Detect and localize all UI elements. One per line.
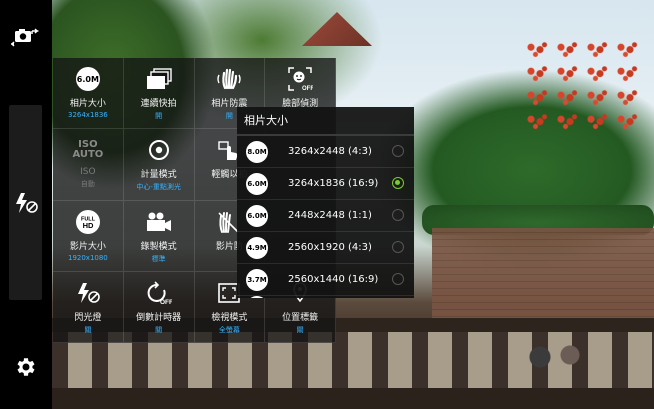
setting-recording-mode[interactable]: 錄製模式 標準 [123,200,195,272]
resolution-badge-icon: 6.0M [246,172,268,195]
option-label: 2560x1440 (16:9) [288,274,379,285]
radio-button[interactable] [392,273,404,285]
popup-title: 相片大小 [237,107,414,136]
setting-metering[interactable]: 計量模式 中心-重點測光 [123,129,195,201]
photo-size-options: 8.0M 3264x2448 (4:3) 6.0M 3264x1836 (16:… [237,136,414,298]
setting-video-size[interactable]: FULL HD 影片大小 1920x1080 [53,200,124,272]
resolution-badge-icon: 4.9M [246,236,268,259]
switch-camera-button[interactable] [6,16,46,56]
metering-icon [148,140,169,161]
iso-auto-icon: ISO AUTO [72,139,104,161]
resolution-badge-icon: 6.0M [246,204,268,227]
setting-label: 影片大小 [69,241,106,252]
setting-value: 關 [84,325,92,334]
flame-tree-flowers [522,40,642,130]
setting-label: 倒數計時器 [136,312,182,323]
radio-button[interactable] [392,209,404,221]
radio-button[interactable] [392,241,404,253]
brick-wall [432,228,654,323]
setting-label: 錄製模式 [140,241,177,252]
setting-value: 開 [225,112,233,120]
flash-button[interactable] [6,183,46,223]
setting-burst-shot[interactable]: 連續快拍 開 [123,58,195,130]
radio-button-selected[interactable] [392,177,404,189]
timer-off-icon: OFF [147,281,172,305]
resolution-badge-icon [246,296,268,298]
full-hd-icon: FULL HD [75,209,100,234]
svg-text:OFF: OFF [160,299,172,305]
setting-label: 計量模式 [140,170,177,181]
photo-size-option-partial[interactable] [237,296,414,298]
photo-size-option[interactable]: 3.7M 2560x1440 (16:9) [237,264,414,296]
left-control-bar [0,0,52,409]
radio-button[interactable] [392,145,404,157]
photo-size-option[interactable]: 8.0M 3264x2448 (4:3) [237,136,414,168]
setting-value: 中心-重點測光 [136,183,181,192]
flash-off-icon [77,282,100,303]
settings-button[interactable] [6,347,46,387]
people [520,345,590,395]
photo-size-popup: 相片大小 8.0M 3264x2448 (4:3) 6.0M 3264x1836… [237,107,414,298]
option-label: 3264x1836 (16:9) [288,178,379,189]
photo-size-badge-icon: 6.0M [75,67,100,91]
anti-shake-icon [217,68,242,90]
option-label: 3264x2448 (4:3) [288,146,372,157]
setting-value: 3264x1836 [67,111,108,119]
setting-label: 位置標籤 [282,312,319,323]
svg-text:OFF: OFF [302,86,313,92]
video-camera-icon [146,212,171,231]
setting-value: 關 [296,325,304,334]
option-label: 2448x2448 (1:1) [288,210,372,221]
setting-label: ISO [80,167,96,178]
setting-value: 1920x1080 [67,253,108,262]
resolution-badge-icon: 8.0M [246,140,268,163]
setting-value: 標準 [151,254,166,263]
option-label: 2560x1920 (4:3) [288,242,372,253]
switch-camera-icon [11,28,39,47]
pavilion-roof [302,12,372,46]
svg-text:HD: HD [82,221,93,230]
setting-label: 連續快拍 [140,99,177,109]
setting-label: 閃光燈 [74,312,102,323]
burst-icon [146,68,172,89]
photo-size-option[interactable]: 6.0M 2448x2448 (1:1) [237,200,414,232]
setting-value: 自動 [80,180,95,189]
setting-iso[interactable]: ISO AUTO ISO 自動 [53,129,124,201]
setting-value: 關 [155,325,163,334]
setting-value: 開 [155,112,163,120]
settings-gear-icon [17,358,35,376]
photo-size-option[interactable]: 4.9M 2560x1920 (4:3) [237,232,414,264]
flash-off-icon [16,193,38,213]
setting-value: 全螢幕 [218,325,240,334]
setting-label: 檢視模式 [211,312,248,323]
setting-photo-size[interactable]: 6.0M 相片大小 3264x1836 [53,58,124,130]
setting-timer[interactable]: OFF 倒數計時器 關 [123,271,195,343]
setting-label: 相片大小 [69,99,106,109]
photo-size-option[interactable]: 6.0M 3264x1836 (16:9) [237,168,414,200]
face-detection-off-icon: OFF [288,67,313,92]
setting-flash[interactable]: 閃光燈 關 [53,271,124,343]
resolution-badge-icon: 3.7M [246,268,268,291]
